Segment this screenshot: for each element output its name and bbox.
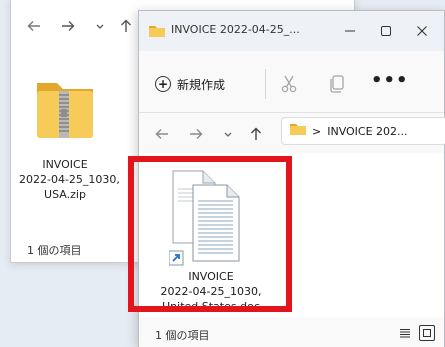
details-view-icon[interactable] xyxy=(397,325,413,341)
minimize-icon[interactable] xyxy=(335,19,365,43)
address-folder-icon xyxy=(290,123,306,139)
front-item-count: 1 個の項目 xyxy=(155,329,210,342)
zip-folder-icon[interactable] xyxy=(35,71,95,141)
plus-circle-icon: + xyxy=(155,76,171,92)
recent-dropdown-icon[interactable] xyxy=(87,13,113,39)
address-row: > INVOICE 202... xyxy=(139,113,445,153)
new-button-label: 新規作成 xyxy=(177,77,226,92)
forward-arrow-icon[interactable] xyxy=(55,13,81,39)
recent-dropdown-icon[interactable] xyxy=(215,121,241,147)
maximize-icon[interactable] xyxy=(371,19,401,43)
toolbar-divider xyxy=(265,69,266,99)
breadcrumb-folder[interactable]: INVOICE 202... xyxy=(327,125,407,138)
window-title: INVOICE 2022-04-25_... xyxy=(171,23,300,36)
back-arrow-icon[interactable] xyxy=(21,13,47,39)
zip-file-name[interactable]: INVOICE 2022-04-25_1030, USA.zip xyxy=(19,157,120,202)
cut-icon[interactable] xyxy=(275,71,303,97)
up-arrow-icon[interactable] xyxy=(113,13,139,39)
back-arrow-icon[interactable] xyxy=(149,121,175,147)
address-bar[interactable]: > INVOICE 202... xyxy=(281,117,445,145)
zip-name-line: USA.zip xyxy=(44,188,86,201)
back-item-count: 1 個の項目 xyxy=(27,244,82,257)
close-icon[interactable] xyxy=(407,19,437,43)
zip-name-line: INVOICE xyxy=(42,158,88,171)
up-arrow-icon[interactable] xyxy=(243,121,269,147)
forward-arrow-icon[interactable] xyxy=(183,121,209,147)
title-bar[interactable]: INVOICE 2022-04-25_... xyxy=(139,11,444,51)
zip-name-line: 2022-04-25_1030, xyxy=(19,173,120,186)
new-button[interactable]: + 新規作成 xyxy=(155,71,225,97)
title-folder-icon xyxy=(149,23,165,42)
large-icons-view-icon[interactable] xyxy=(419,325,435,341)
more-icon[interactable]: ••• xyxy=(371,71,408,97)
breadcrumb-separator: > xyxy=(312,124,322,138)
highlight-box xyxy=(128,156,292,312)
status-bar: 1 個の項目 xyxy=(139,317,444,347)
copy-icon[interactable] xyxy=(323,71,351,97)
command-bar: + 新規作成 ••• xyxy=(139,51,444,113)
